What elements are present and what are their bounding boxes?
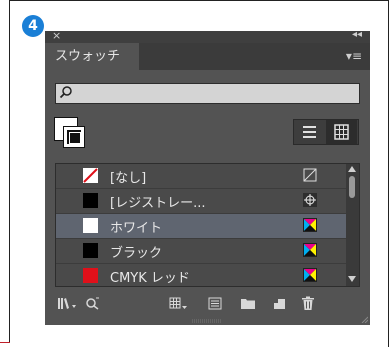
swatch-row-cmyk-red[interactable]: CMYK レッド	[56, 264, 346, 286]
scroll-thumb[interactable]	[349, 176, 355, 198]
cmyk-process-icon	[303, 268, 317, 282]
scroll-down-arrow-icon[interactable]	[348, 276, 356, 282]
swatch-name: [レジストレー...	[110, 196, 206, 211]
swatch-libraries-icon[interactable]	[57, 295, 79, 311]
registration-icon	[303, 193, 317, 207]
view-toggle	[293, 119, 359, 145]
panel-tab-row: スウォッチ ▾≡	[45, 43, 370, 70]
new-swatch-icon[interactable]	[271, 295, 287, 311]
none-swatch-chip	[83, 168, 98, 183]
search-input[interactable]	[55, 83, 360, 104]
swatch-name: [なし]	[110, 171, 147, 186]
scroll-up-arrow-icon[interactable]	[348, 166, 356, 172]
swatch-name: ホワイト	[110, 221, 163, 236]
new-color-group-icon[interactable]	[240, 295, 256, 311]
place-swatch-icon[interactable]	[85, 295, 101, 311]
stroke-swatch[interactable]	[63, 126, 85, 148]
panel-menu-icon[interactable]: ▾≡	[346, 49, 362, 63]
panel-titlebar: × ◂◂	[45, 29, 370, 43]
step-badge: 4	[22, 15, 44, 37]
black-swatch-chip	[83, 243, 98, 258]
fill-stroke-selector[interactable]	[54, 117, 88, 151]
search-icon	[59, 86, 72, 99]
list-view-button[interactable]	[294, 120, 325, 144]
delete-swatch-icon[interactable]	[300, 295, 316, 311]
frame-right-border	[388, 0, 389, 347]
red-swatch-chip	[83, 268, 98, 283]
frame-left-border	[9, 0, 10, 342]
swatch-row-white[interactable]: ホワイト	[56, 214, 346, 238]
tab-swatches[interactable]: スウォッチ	[45, 43, 139, 70]
panel-resize-corner-icon[interactable]	[360, 315, 368, 323]
registration-swatch-chip	[83, 193, 98, 208]
swatch-row-none[interactable]: [なし]	[56, 164, 346, 188]
grid-view-button[interactable]	[326, 120, 357, 144]
white-swatch-chip	[83, 218, 98, 233]
none-icon	[303, 168, 317, 182]
swatch-name: CMYK レッド	[110, 271, 190, 286]
swatch-row-registration[interactable]: [レジストレー...	[56, 189, 346, 213]
frame-top-border	[9, 0, 389, 1]
collapse-icon[interactable]: ◂◂	[352, 29, 362, 40]
list-view-icon	[303, 126, 316, 138]
cmyk-process-icon	[303, 243, 317, 257]
swatches-panel: × ◂◂ スウォッチ ▾≡ [なし] [レジストレー... ホワイト ブラック …	[45, 29, 370, 325]
resize-grip-icon[interactable]	[192, 319, 222, 323]
swatch-name: ブラック	[110, 246, 163, 261]
panel-bottom-toolbar	[45, 289, 370, 317]
swatch-row-black[interactable]: ブラック	[56, 239, 346, 263]
close-icon[interactable]: ×	[52, 29, 61, 42]
frame-bottom-accent	[0, 342, 10, 343]
cmyk-process-icon	[303, 218, 317, 232]
show-kinds-icon[interactable]	[169, 295, 189, 311]
swatch-list-scrollbar[interactable]	[346, 164, 359, 286]
grid-view-icon	[334, 124, 349, 140]
swatch-list: [なし] [レジストレー... ホワイト ブラック CMYK レッド	[55, 163, 360, 287]
swatch-options-icon[interactable]	[207, 295, 223, 311]
